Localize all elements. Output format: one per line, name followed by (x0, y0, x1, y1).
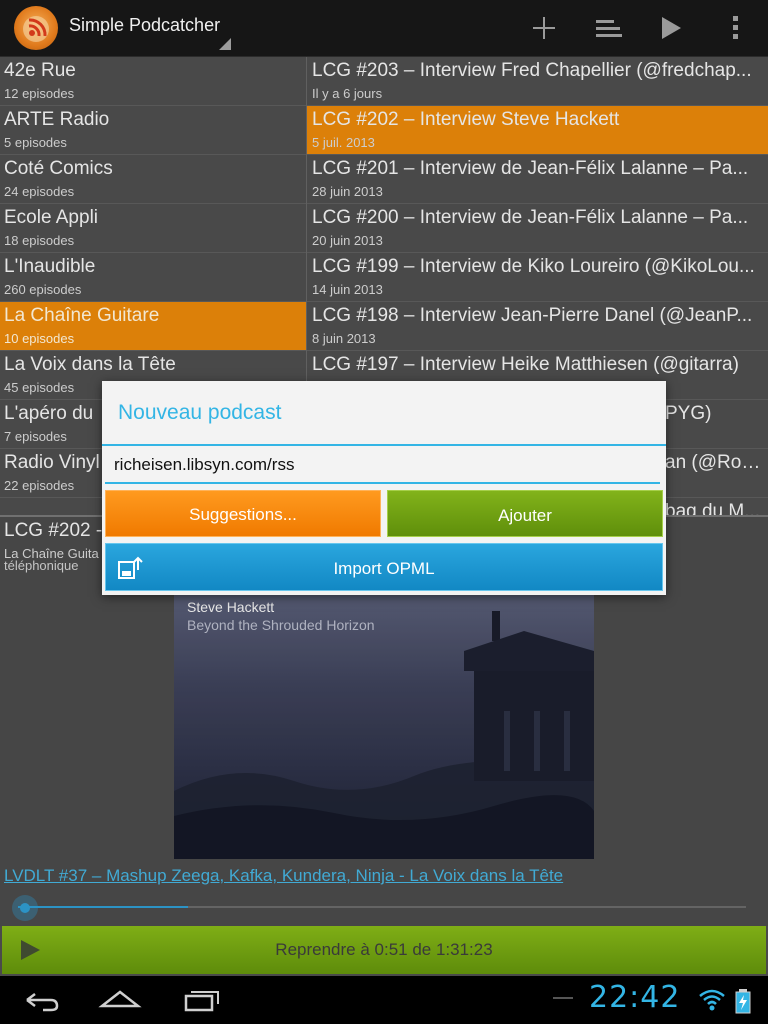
play-icon (662, 17, 681, 39)
dialog-title: Nouveau podcast (118, 401, 282, 424)
app-title[interactable]: Simple Podcatcher (69, 15, 220, 36)
home-button[interactable] (96, 984, 144, 1016)
resume-button[interactable]: Reprendre à 0:51 de 1:31:23 (2, 926, 766, 974)
podcast-app-icon[interactable] (14, 6, 58, 50)
sort-icon (596, 20, 622, 37)
feed-url-input[interactable] (105, 448, 660, 484)
suggestions-button[interactable]: Suggestions... (105, 490, 381, 537)
resume-label: Reprendre à 0:51 de 1:31:23 (275, 940, 493, 959)
dropdown-caret-icon (219, 38, 231, 50)
play-button[interactable] (651, 8, 691, 48)
back-icon (26, 993, 59, 1012)
recent-apps-icon (184, 991, 219, 1012)
status-dash-icon (553, 997, 573, 999)
home-icon (98, 990, 142, 1008)
add-label: Ajouter (498, 506, 552, 525)
add-icon (533, 17, 555, 39)
recent-apps-button[interactable] (178, 984, 226, 1016)
sort-button[interactable] (588, 8, 628, 48)
suggestions-label: Suggestions... (189, 505, 297, 524)
add-button[interactable] (524, 8, 564, 48)
battery-charging-icon (734, 988, 752, 1018)
add-podcast-button[interactable]: Ajouter (387, 490, 663, 537)
import-opml-button[interactable]: Import OPML (105, 543, 663, 591)
overflow-menu-button[interactable] (716, 8, 756, 48)
new-podcast-dialog: Nouveau podcast Suggestions... Ajouter I… (102, 381, 666, 595)
status-clock: 22:42 (589, 980, 681, 1015)
wifi-icon (698, 988, 726, 1016)
import-opml-label: Import OPML (333, 559, 435, 578)
dialog-title-divider (102, 444, 666, 446)
overflow-menu-icon (733, 16, 738, 39)
back-button[interactable] (17, 984, 65, 1016)
